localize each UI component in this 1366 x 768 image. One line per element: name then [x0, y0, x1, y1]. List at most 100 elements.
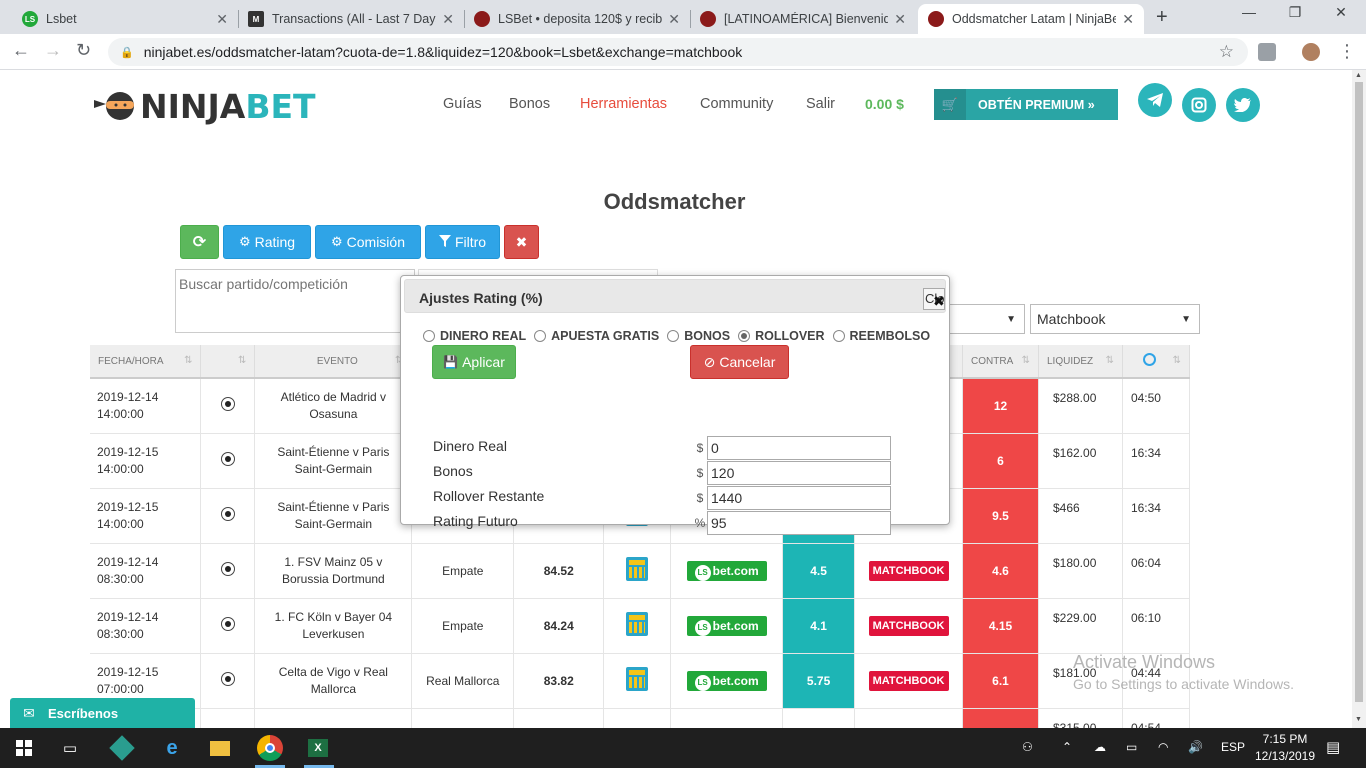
radio-label[interactable]: REEMBOLSO	[850, 329, 931, 343]
lsbet-logo[interactable]: LS bet.com	[686, 560, 767, 581]
radio-reembolso[interactable]	[832, 330, 845, 342]
back-arrow-icon[interactable]: ←	[12, 40, 30, 61]
maximize-button[interactable]: ❐	[1272, 4, 1318, 21]
tab-close-icon[interactable]: ✕	[668, 11, 680, 28]
browser-tab-lsbet[interactable]: LS Lsbet ✕	[12, 4, 238, 34]
close-window-button[interactable]: ✕	[1318, 4, 1364, 21]
premium-button[interactable]: 🛒 OBTÉN PREMIUM »	[934, 89, 1118, 120]
clock-date[interactable]: 12/13/2019	[1250, 749, 1320, 763]
file-explorer-icon[interactable]	[208, 736, 232, 760]
windows-start-icon[interactable]	[12, 736, 36, 760]
nav-herramientas[interactable]: Herramientas	[580, 96, 667, 112]
page-scrollbar[interactable]: ▲ ▼	[1352, 70, 1366, 728]
refresh-button[interactable]: ⟳	[180, 225, 219, 259]
radio-bonos[interactable]	[667, 330, 680, 342]
radio-rollover[interactable]	[738, 330, 751, 342]
cancel-button[interactable]: ⊘ Cancelar	[690, 345, 789, 379]
calculator-icon[interactable]	[626, 612, 649, 636]
nav-salir[interactable]: Salir	[806, 96, 835, 112]
scroll-down-icon[interactable]: ▼	[1355, 716, 1362, 723]
browser-tab-oddsmatcher[interactable]: Oddsmatcher Latam | NinjaBet ✕	[918, 4, 1144, 34]
task-view-icon[interactable]: ▭	[58, 736, 82, 760]
volume-icon[interactable]: 🔊	[1188, 740, 1203, 754]
exchange-select[interactable]: Matchbook ▼	[1030, 304, 1200, 334]
people-icon[interactable]: ⚇	[1022, 740, 1033, 754]
rating-futuro-input[interactable]	[707, 511, 891, 535]
menu-kebab-icon[interactable]: ⋮	[1338, 41, 1356, 62]
col-evento[interactable]: EVENTO⇅	[254, 345, 413, 379]
matchbook-logo[interactable]: MATCHBOOK	[868, 560, 949, 581]
nav-community[interactable]: Community	[700, 96, 773, 112]
nav-guias[interactable]: Guías	[443, 96, 482, 112]
radio-label[interactable]: DINERO REAL	[440, 329, 526, 343]
modal-header[interactable]: Ajustes Rating (%) Clos	[404, 279, 946, 313]
notifications-icon[interactable]: ▤	[1326, 738, 1340, 756]
rating-button[interactable]: ⚙ Rating	[223, 225, 311, 259]
reload-icon[interactable]: ↻	[76, 40, 91, 61]
ninjabet-logo[interactable]: NINJABET	[94, 87, 316, 126]
tab-close-icon[interactable]: ✕	[216, 11, 228, 28]
search-input[interactable]	[175, 269, 415, 333]
wifi-icon[interactable]: ◠	[1158, 740, 1168, 754]
radio-label[interactable]: ROLLOVER	[755, 329, 824, 343]
bonos-input[interactable]	[707, 461, 891, 485]
tab-close-icon[interactable]: ✕	[1122, 11, 1134, 28]
edge-icon[interactable]: e	[160, 736, 184, 760]
calculator-icon[interactable]	[626, 557, 649, 581]
profile-avatar-icon[interactable]	[1302, 43, 1320, 61]
lsbet-logo[interactable]: LS bet.com	[686, 670, 767, 691]
bookmark-star-icon[interactable]: ☆	[1219, 42, 1234, 62]
matchbook-logo[interactable]: MATCHBOOK	[868, 615, 949, 636]
col-fecha-hora[interactable]: FECHA/HORA ⇅	[90, 345, 202, 379]
radio-label[interactable]: BONOS	[684, 329, 730, 343]
tab-close-icon[interactable]: ✕	[894, 11, 906, 28]
table-row[interactable]: 2019-12-14 08:30:00 1. FC Köln v Bayer 04 …	[90, 598, 1191, 654]
app-shield-icon[interactable]	[109, 735, 135, 761]
rollover-restante-input[interactable]	[707, 486, 891, 510]
forward-arrow-icon[interactable]: →	[44, 40, 62, 61]
tab-close-icon[interactable]: ✕	[442, 11, 454, 28]
excel-icon[interactable]: X	[306, 736, 330, 760]
browser-tab-transactions[interactable]: M Transactions (All - Last 7 Days) ✕	[238, 4, 464, 34]
telegram-icon[interactable]	[1138, 83, 1172, 117]
table-row[interactable]: Real Sociedad v FC $315.0004:54	[90, 708, 1191, 728]
chat-widget-tab[interactable]: ✉ Escríbenos	[10, 698, 195, 728]
radio-label[interactable]: APUESTA GRATIS	[551, 329, 659, 343]
close-x-icon[interactable]: ✖	[933, 293, 945, 310]
new-tab-button[interactable]: +	[1156, 6, 1168, 29]
filtro-button[interactable]: Filtro	[425, 225, 500, 259]
scrollbar-thumb[interactable]	[1355, 82, 1363, 702]
apply-button[interactable]: 💾 Aplicar	[432, 345, 516, 379]
col-time[interactable]: ⇅	[1122, 345, 1191, 379]
twitter-icon[interactable]	[1226, 88, 1260, 122]
chevron-up-icon[interactable]: ⌃	[1062, 740, 1072, 754]
instagram-icon[interactable]	[1182, 88, 1216, 122]
col-sport[interactable]: ⇅	[200, 345, 256, 379]
browser-tab-lsbet-deposit[interactable]: LSBet • deposita 120$ y recibe ✕	[464, 4, 690, 34]
matchbook-logo[interactable]: MATCHBOOK	[868, 670, 949, 691]
table-row[interactable]: 2019-12-15 07:00:00 Celta de Vigo v Real M…	[90, 653, 1191, 709]
radio-apuesta-gratis[interactable]	[534, 330, 547, 342]
calculator-icon[interactable]	[626, 667, 649, 691]
table-row[interactable]: 2019-12-14 08:30:00 1. FSV Mainz 05 v Boru…	[90, 543, 1191, 599]
onedrive-cloud-icon[interactable]: ☁	[1094, 740, 1106, 754]
browser-tab-bienvenida[interactable]: [LATINOAMÉRICA] Bienvenida ✕	[690, 4, 916, 34]
extension-icon[interactable]	[1258, 43, 1276, 61]
radio-dinero-real[interactable]	[423, 330, 435, 342]
dinero-real-input[interactable]	[707, 436, 891, 460]
minimize-button[interactable]: —	[1226, 4, 1272, 20]
lsbet-logo[interactable]: LS bet.com	[686, 615, 767, 636]
col-contra[interactable]: CONTRA ⇅	[962, 345, 1039, 379]
cell-liquidity: $180.00	[1038, 543, 1123, 599]
comision-button[interactable]: ⚙ Comisión	[315, 225, 421, 259]
clock-time[interactable]: 7:15 PM	[1250, 732, 1320, 746]
address-bar[interactable]: 🔒 ninjabet.es/oddsmatcher-latam?cuota-de…	[108, 38, 1248, 66]
scroll-up-icon[interactable]: ▲	[1355, 72, 1362, 79]
language-indicator[interactable]: ESP	[1221, 740, 1245, 754]
battery-icon[interactable]: ▭	[1126, 740, 1137, 754]
chrome-icon[interactable]	[257, 735, 283, 761]
nav-bonos[interactable]: Bonos	[509, 96, 550, 112]
col-liquidez[interactable]: LIQUIDEZ ⇅	[1038, 345, 1123, 379]
bookmaker-select[interactable]: ▼	[945, 304, 1025, 334]
clear-filters-button[interactable]: ✖	[504, 225, 539, 259]
